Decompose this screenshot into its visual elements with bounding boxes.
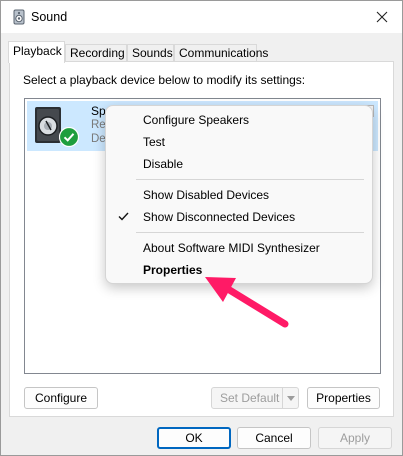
menu-separator: [136, 232, 364, 233]
ok-button[interactable]: OK: [157, 427, 231, 449]
window-title: Sound: [31, 10, 68, 24]
menu-item-test[interactable]: Test: [143, 135, 165, 149]
tab-communications[interactable]: Communications: [174, 44, 268, 62]
device-properties-button[interactable]: Properties: [307, 387, 380, 409]
apply-button[interactable]: Apply: [318, 427, 392, 449]
cancel-button[interactable]: Cancel: [237, 427, 311, 449]
checkmark-icon: [118, 212, 129, 221]
tab-recording[interactable]: Recording: [65, 44, 127, 62]
set-default-split-button[interactable]: Set Default: [211, 387, 299, 409]
title-bar[interactable]: Sound: [1, 1, 402, 33]
menu-item-about-midi[interactable]: About Software MIDI Synthesizer: [143, 241, 320, 255]
menu-separator: [136, 179, 364, 180]
menu-item-show-disabled[interactable]: Show Disabled Devices: [143, 188, 269, 202]
sound-dialog: Sound Playback Recording Sounds Communic…: [0, 0, 403, 456]
set-default-label: Set Default: [220, 391, 280, 405]
menu-item-properties[interactable]: Properties: [143, 263, 202, 277]
annotation-arrow-icon: [205, 277, 289, 328]
menu-item-disable[interactable]: Disable: [143, 157, 183, 171]
close-button[interactable]: [362, 1, 402, 33]
tab-playback[interactable]: Playback: [8, 41, 65, 63]
set-default-dropdown[interactable]: [282, 388, 298, 408]
default-check-badge-icon: [59, 127, 79, 147]
menu-item-show-disconnected[interactable]: Show Disconnected Devices: [143, 210, 295, 224]
close-icon: [376, 11, 388, 23]
configure-button[interactable]: Configure: [24, 387, 98, 409]
speaker-app-icon: [13, 9, 25, 25]
device-context-menu: Configure Speakers Test Disable Show Dis…: [105, 105, 373, 284]
tab-sounds[interactable]: Sounds: [127, 44, 174, 62]
dropdown-arrow-icon: [286, 395, 295, 401]
menu-item-configure-speakers[interactable]: Configure Speakers: [143, 113, 249, 127]
instruction-text: Select a playback device below to modify…: [23, 73, 306, 87]
